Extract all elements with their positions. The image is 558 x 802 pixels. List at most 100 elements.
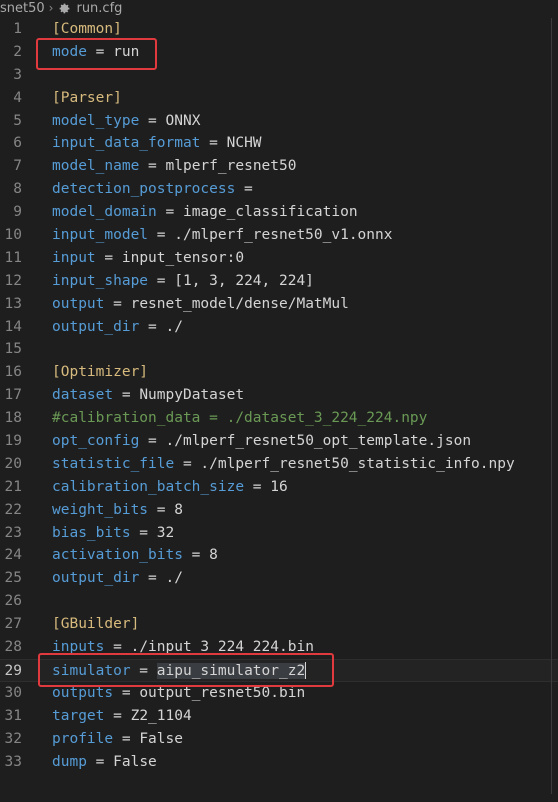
- config-value: ./mlperf_resnet50_opt_template.json: [165, 433, 472, 450]
- line-number: 30: [4, 684, 22, 701]
- code-content: activation_bits = 8: [52, 544, 218, 567]
- line-number: 27: [4, 616, 22, 633]
- config-key: opt_config: [52, 433, 140, 450]
- code-line[interactable]: 28 inputs = ./input_3_224_224.bin: [0, 636, 558, 659]
- code-line[interactable]: 23 bias_bits = 32: [0, 522, 558, 545]
- code-line[interactable]: 8 detection_postprocess =: [0, 178, 558, 201]
- code-content: bias_bits = 32: [52, 522, 174, 545]
- code-editor[interactable]: 1 [Common] 2 mode = run 3 4 [Parser] 5 model_typ…: [0, 18, 558, 773]
- code-line[interactable]: 32 profile = False: [0, 728, 558, 751]
- code-line[interactable]: 7 model_name = mlperf_resnet50: [0, 155, 558, 178]
- code-line[interactable]: 25 output_dir = ./: [0, 567, 558, 590]
- config-value: False: [113, 753, 157, 770]
- code-line[interactable]: 21 calibration_batch_size = 16: [0, 476, 558, 499]
- line-number: 31: [4, 707, 22, 724]
- config-value: ./input_3_224_224.bin: [130, 639, 314, 656]
- code-line[interactable]: 9 model_domain = image_classification: [0, 201, 558, 224]
- code-line[interactable]: 26: [0, 590, 558, 613]
- line-number: 32: [4, 730, 22, 747]
- line-number: 6: [13, 135, 22, 152]
- code-line[interactable]: 19 opt_config = ./mlperf_resnet50_opt_tem…: [0, 430, 558, 453]
- config-key: model_domain: [52, 204, 157, 221]
- code-line[interactable]: 20 statistic_file = ./mlperf_resnet50_sta…: [0, 453, 558, 476]
- code-line[interactable]: 22 weight_bits = 8: [0, 499, 558, 522]
- config-value: 32: [156, 524, 175, 541]
- line-number: 22: [4, 501, 22, 518]
- code-line[interactable]: 18 #calibration_data = ./dataset_3_224_22…: [0, 407, 558, 430]
- config-key: input_model: [52, 227, 149, 244]
- section-header: [Optimizer]: [52, 364, 149, 381]
- code-line[interactable]: 33 dump = False: [0, 751, 558, 774]
- config-key: model_name: [52, 158, 140, 175]
- code-line[interactable]: 24 activation_bits = 8: [0, 544, 558, 567]
- chevron-right-icon: ›: [48, 1, 54, 15]
- equals-sign: =: [139, 112, 166, 129]
- equals-sign: =: [104, 295, 131, 312]
- line-number: 23: [4, 524, 22, 541]
- config-value: Z2_1104: [130, 707, 192, 724]
- code-content: [Parser]: [52, 87, 122, 110]
- text-cursor: [305, 662, 307, 680]
- code-content: profile = False: [52, 728, 183, 751]
- code-line[interactable]: 12 input_shape = [1, 3, 224, 224]: [0, 270, 558, 293]
- line-number: 25: [4, 570, 22, 587]
- breadcrumb-folder[interactable]: snet50: [0, 1, 45, 16]
- line-number: 5: [13, 112, 22, 129]
- config-value: image_classification: [182, 204, 358, 221]
- code-line[interactable]: 1 [Common]: [0, 18, 558, 41]
- code-line[interactable]: 5 model_type = ONNX: [0, 110, 558, 133]
- equals-sign: =: [130, 524, 157, 541]
- editor-scrollbar-track[interactable]: [551, 18, 552, 794]
- code-line[interactable]: 13 output = resnet_model/dense/MatMul: [0, 293, 558, 316]
- line-number: 11: [4, 249, 22, 266]
- section-header: [Parser]: [52, 89, 122, 106]
- config-key: inputs: [52, 639, 105, 656]
- line-number: 13: [4, 295, 22, 312]
- section-header: [GBuilder]: [52, 616, 140, 633]
- line-number: 1: [13, 21, 22, 37]
- config-value: ./: [165, 318, 183, 335]
- config-key: profile: [52, 730, 114, 747]
- code-line[interactable]: 27 [GBuilder]: [0, 613, 558, 636]
- line-number: 3: [13, 66, 22, 83]
- line-number: 26: [4, 593, 22, 610]
- code-content: output = resnet_model/dense/MatMul: [52, 293, 349, 316]
- code-line[interactable]: 3: [0, 64, 558, 87]
- code-content: output_dir = ./: [52, 567, 183, 590]
- code-line[interactable]: 15: [0, 338, 558, 361]
- code-content: detection_postprocess =: [52, 178, 262, 201]
- config-key: bias_bits: [52, 524, 131, 541]
- config-value: 8: [209, 547, 218, 564]
- code-line[interactable]: 29 simulator = aipu_simulator_z2: [0, 658, 558, 682]
- equals-sign: =: [182, 547, 210, 564]
- breadcrumb: snet50 › run.cfg: [0, 0, 558, 16]
- code-content: dump = False: [52, 751, 157, 774]
- code-content: #calibration_data = ./dataset_3_224_224.…: [52, 407, 427, 430]
- equals-sign: =: [174, 455, 201, 472]
- config-key: activation_bits: [52, 547, 183, 564]
- equals-sign: =: [139, 570, 166, 587]
- code-line[interactable]: 30 outputs = output_resnet50.bin: [0, 682, 558, 705]
- code-content: dataset = NumpyDataset: [52, 384, 244, 407]
- code-line[interactable]: 4 [Parser]: [0, 87, 558, 110]
- equals-sign: =: [95, 249, 122, 266]
- code-content: input_model = ./mlperf_resnet50_v1.onnx: [52, 224, 392, 247]
- code-line[interactable]: 16 [Optimizer]: [0, 361, 558, 384]
- code-line[interactable]: 14 output_dir = ./: [0, 316, 558, 339]
- line-number: 17: [4, 387, 22, 404]
- equals-sign: =: [156, 204, 183, 221]
- line-number: 2: [13, 43, 22, 60]
- code-line[interactable]: 6 input_data_format = NCHW: [0, 132, 558, 155]
- line-number: 18: [4, 410, 22, 427]
- equals-sign: =: [139, 158, 166, 175]
- code-line[interactable]: 31 target = Z2_1104: [0, 705, 558, 728]
- code-content: [GBuilder]: [52, 613, 139, 636]
- line-number: 15: [4, 341, 22, 358]
- code-line[interactable]: 17 dataset = NumpyDataset: [0, 384, 558, 407]
- code-line[interactable]: 10 input_model = ./mlperf_resnet50_v1.onn…: [0, 224, 558, 247]
- breadcrumb-file[interactable]: run.cfg: [76, 1, 122, 16]
- equals-sign: =: [139, 318, 166, 335]
- code-line[interactable]: 2 mode = run: [0, 41, 558, 64]
- code-content: statistic_file = ./mlperf_resnet50_stati…: [52, 453, 515, 476]
- code-line[interactable]: 11 input = input_tensor:0: [0, 247, 558, 270]
